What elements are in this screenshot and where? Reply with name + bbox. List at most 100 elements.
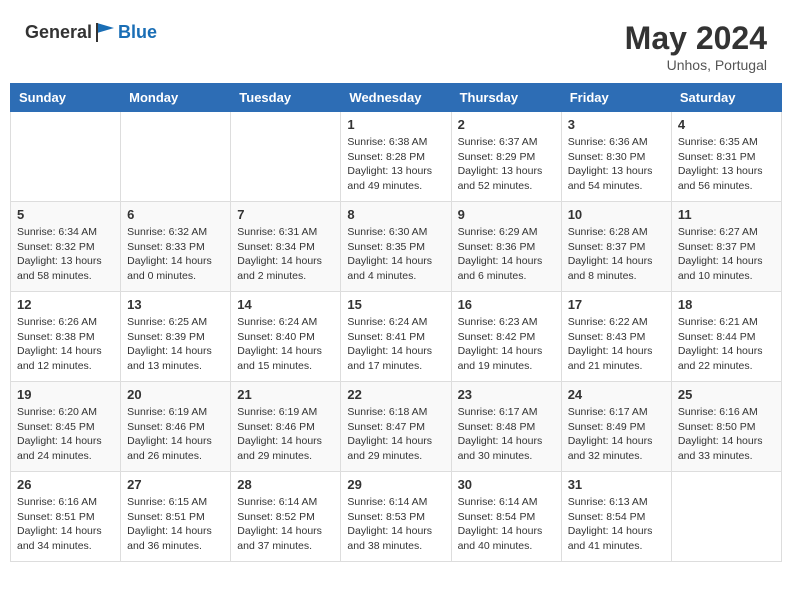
sunrise-info: Sunrise: 6:17 AM [458, 406, 538, 418]
calendar-day-cell: 9Sunrise: 6:29 AMSunset: 8:36 PMDaylight… [451, 202, 561, 292]
day-info: Sunrise: 6:34 AMSunset: 8:32 PMDaylight:… [17, 225, 114, 284]
day-number: 8 [347, 207, 444, 222]
daylight-hours: Daylight: 13 hours [678, 165, 763, 177]
calendar-day-cell [11, 112, 121, 202]
sunrise-info: Sunrise: 6:23 AM [458, 316, 538, 328]
day-info: Sunrise: 6:27 AMSunset: 8:37 PMDaylight:… [678, 225, 775, 284]
calendar-day-cell: 28Sunrise: 6:14 AMSunset: 8:52 PMDayligh… [231, 472, 341, 562]
day-info-continuation: and 52 minutes. [458, 180, 533, 192]
day-info-continuation: and 38 minutes. [347, 540, 422, 552]
day-info: Sunrise: 6:38 AMSunset: 8:28 PMDaylight:… [347, 135, 444, 194]
day-number: 15 [347, 297, 444, 312]
calendar-header-row: SundayMondayTuesdayWednesdayThursdayFrid… [11, 84, 782, 112]
logo-blue-text: Blue [118, 22, 157, 43]
calendar-weekday-header: Saturday [671, 84, 781, 112]
day-info-continuation: and 4 minutes. [347, 270, 416, 282]
daylight-hours: Daylight: 14 hours [17, 345, 102, 357]
sunrise-info: Sunrise: 6:30 AM [347, 226, 427, 238]
daylight-hours: Daylight: 14 hours [568, 255, 653, 267]
sunset-info: Sunset: 8:37 PM [678, 241, 756, 253]
sunset-info: Sunset: 8:42 PM [458, 331, 536, 343]
calendar-day-cell: 5Sunrise: 6:34 AMSunset: 8:32 PMDaylight… [11, 202, 121, 292]
day-info: Sunrise: 6:26 AMSunset: 8:38 PMDaylight:… [17, 315, 114, 374]
calendar-day-cell: 4Sunrise: 6:35 AMSunset: 8:31 PMDaylight… [671, 112, 781, 202]
daylight-hours: Daylight: 14 hours [347, 345, 432, 357]
day-info: Sunrise: 6:37 AMSunset: 8:29 PMDaylight:… [458, 135, 555, 194]
day-info-continuation: and 19 minutes. [458, 360, 533, 372]
calendar-day-cell: 15 Sunrise: 6:24 AMSunset: 8:41 PMDayligh… [341, 292, 451, 382]
calendar-day-cell: 31Sunrise: 6:13 AMSunset: 8:54 PMDayligh… [561, 472, 671, 562]
calendar-week-row: 26Sunrise: 6:16 AMSunset: 8:51 PMDayligh… [11, 472, 782, 562]
calendar-day-cell: 7Sunrise: 6:31 AMSunset: 8:34 PMDaylight… [231, 202, 341, 292]
day-info-continuation: and 56 minutes. [678, 180, 753, 192]
calendar-day-cell [121, 112, 231, 202]
calendar-day-cell: 23Sunrise: 6:17 AMSunset: 8:48 PMDayligh… [451, 382, 561, 472]
sunrise-info: Sunrise: 6:36 AM [568, 136, 648, 148]
daylight-hours: Daylight: 14 hours [678, 255, 763, 267]
day-info-continuation: and 21 minutes. [568, 360, 643, 372]
daylight-hours: Daylight: 13 hours [458, 165, 543, 177]
logo-flag-icon [94, 20, 118, 44]
daylight-hours: Daylight: 14 hours [568, 435, 653, 447]
daylight-hours: Daylight: 14 hours [237, 525, 322, 537]
calendar-day-cell: 18Sunrise: 6:21 AMSunset: 8:44 PMDayligh… [671, 292, 781, 382]
day-info-continuation: and 32 minutes. [568, 450, 643, 462]
day-info: Sunrise: 6:19 AMSunset: 8:46 PMDaylight:… [237, 405, 334, 464]
day-number: 2 [458, 117, 555, 132]
calendar-day-cell [231, 112, 341, 202]
sunset-info: Sunset: 8:32 PM [17, 241, 95, 253]
day-info-continuation: and 37 minutes. [237, 540, 312, 552]
sunrise-info: Sunrise: 6:13 AM [568, 496, 648, 508]
day-info-continuation: and 24 minutes. [17, 450, 92, 462]
sunrise-info: Sunrise: 6:25 AM [127, 316, 207, 328]
calendar-day-cell: 20Sunrise: 6:19 AMSunset: 8:46 PMDayligh… [121, 382, 231, 472]
calendar-day-cell: 8Sunrise: 6:30 AMSunset: 8:35 PMDaylight… [341, 202, 451, 292]
calendar-day-cell: 3Sunrise: 6:36 AMSunset: 8:30 PMDaylight… [561, 112, 671, 202]
daylight-hours: Daylight: 14 hours [17, 525, 102, 537]
sunrise-info: Sunrise: 6:19 AM [237, 406, 317, 418]
day-info-continuation: and 8 minutes. [568, 270, 637, 282]
sunset-info: Sunset: 8:29 PM [458, 151, 536, 163]
calendar-day-cell: 2 Sunrise: 6:37 AMSunset: 8:29 PMDaylight… [451, 112, 561, 202]
calendar-day-cell: 24Sunrise: 6:17 AMSunset: 8:49 PMDayligh… [561, 382, 671, 472]
day-info: Sunrise: 6:16 AMSunset: 8:50 PMDaylight:… [678, 405, 775, 464]
daylight-hours: Daylight: 13 hours [347, 165, 432, 177]
day-number: 3 [568, 117, 665, 132]
logo-general-text: General [25, 22, 92, 43]
sunrise-info: Sunrise: 6:18 AM [347, 406, 427, 418]
sunset-info: Sunset: 8:51 PM [17, 511, 95, 523]
day-number: 9 [458, 207, 555, 222]
day-number: 27 [127, 477, 224, 492]
calendar-week-row: 19Sunrise: 6:20 AMSunset: 8:45 PMDayligh… [11, 382, 782, 472]
day-info-continuation: and 29 minutes. [347, 450, 422, 462]
day-info: Sunrise: 6:24 AMSunset: 8:40 PMDaylight:… [237, 315, 334, 374]
calendar-day-cell: 17Sunrise: 6:22 AMSunset: 8:43 PMDayligh… [561, 292, 671, 382]
day-info: Sunrise: 6:20 AMSunset: 8:45 PMDaylight:… [17, 405, 114, 464]
sunset-info: Sunset: 8:45 PM [17, 421, 95, 433]
day-info-continuation: and 34 minutes. [17, 540, 92, 552]
calendar-day-cell: 22Sunrise: 6:18 AMSunset: 8:47 PMDayligh… [341, 382, 451, 472]
day-info-continuation: and 30 minutes. [458, 450, 533, 462]
day-info: Sunrise: 6:24 AMSunset: 8:41 PMDaylight:… [347, 315, 444, 374]
daylight-hours: Daylight: 14 hours [568, 345, 653, 357]
day-info-continuation: and 10 minutes. [678, 270, 753, 282]
sunset-info: Sunset: 8:54 PM [458, 511, 536, 523]
day-info: Sunrise: 6:35 AMSunset: 8:31 PMDaylight:… [678, 135, 775, 194]
day-info-continuation: and 6 minutes. [458, 270, 527, 282]
day-info-continuation: and 12 minutes. [17, 360, 92, 372]
day-info-continuation: and 41 minutes. [568, 540, 643, 552]
sunrise-info: Sunrise: 6:24 AM [237, 316, 317, 328]
sunset-info: Sunset: 8:47 PM [347, 421, 425, 433]
day-info: Sunrise: 6:28 AMSunset: 8:37 PMDaylight:… [568, 225, 665, 284]
sunset-info: Sunset: 8:33 PM [127, 241, 205, 253]
calendar-week-row: 1 Sunrise: 6:38 AMSunset: 8:28 PMDaylight… [11, 112, 782, 202]
daylight-hours: Daylight: 13 hours [17, 255, 102, 267]
sunrise-info: Sunrise: 6:20 AM [17, 406, 97, 418]
day-info-continuation: and 0 minutes. [127, 270, 196, 282]
day-number: 1 [347, 117, 444, 132]
header: General Blue May 2024 Unhos, Portugal [10, 10, 782, 78]
day-info-continuation: and 54 minutes. [568, 180, 643, 192]
calendar-weekday-header: Monday [121, 84, 231, 112]
sunset-info: Sunset: 8:36 PM [458, 241, 536, 253]
sunset-info: Sunset: 8:46 PM [127, 421, 205, 433]
